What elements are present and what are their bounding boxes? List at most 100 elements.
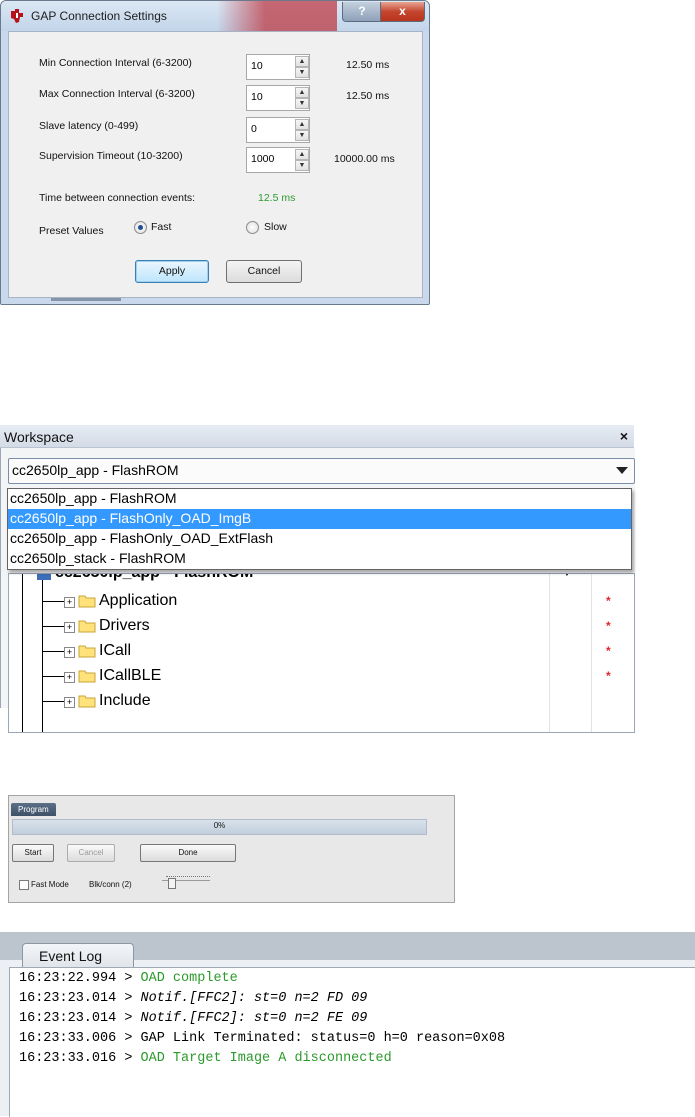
log-line: 16:23:23.014 > Notif.[FFC2]: st=0 n=2 FD…	[19, 991, 367, 1006]
done-button[interactable]: Done	[140, 844, 236, 862]
dialog-resize-edge	[51, 298, 121, 301]
configuration-option[interactable]: cc2650lp_app - FlashROM	[8, 489, 631, 509]
workspace-panel: Workspace × cc2650lp_app - FlashROM cc26…	[0, 425, 640, 733]
slave-latency-value[interactable]: 0	[251, 123, 257, 135]
program-tab: Program	[11, 803, 56, 816]
fast-mode-checkbox[interactable]	[19, 880, 29, 890]
min-interval-spinbox[interactable]: 10 ▲ ▼	[246, 54, 310, 80]
spin-up-icon[interactable]: ▲	[295, 56, 309, 67]
tree-item[interactable]: + ICallBLE *	[9, 665, 634, 690]
help-button[interactable]: ?	[342, 2, 382, 22]
workspace-body: cc2650lp_app - FlashROM cc2650lp_app - F…	[0, 448, 635, 733]
log-separator: >	[116, 1031, 141, 1046]
tree-item[interactable]: + Application *	[9, 590, 634, 615]
min-interval-value[interactable]: 10	[251, 60, 263, 72]
dialog-title: GAP Connection Settings	[31, 9, 167, 23]
slider-thumb[interactable]	[168, 878, 176, 889]
min-interval-result: 12.50 ms	[346, 59, 390, 71]
supervision-timeout-result: 10000.00 ms	[334, 153, 395, 165]
log-message: OAD Target Image A disconnected	[140, 1051, 392, 1066]
preset-fast-label[interactable]: Fast	[151, 221, 171, 233]
log-time: 16:23:33.006	[19, 1031, 117, 1046]
configuration-option[interactable]: cc2650lp_app - FlashOnly_OAD_ExtFlash	[8, 529, 631, 549]
tree-item[interactable]: + ICall *	[9, 640, 634, 665]
expand-icon[interactable]: +	[64, 622, 75, 633]
folder-icon	[78, 670, 96, 683]
gap-connection-settings-dialog: GAP Connection Settings ? x Min Connecti…	[0, 0, 430, 305]
log-separator: >	[116, 971, 141, 986]
tree-item[interactable]: + Drivers *	[9, 615, 634, 640]
log-time: 16:23:33.016	[19, 1051, 117, 1066]
modified-marker: *	[606, 669, 611, 683]
log-line: 16:23:33.016 > OAD Target Image A discon…	[19, 1051, 392, 1066]
expand-icon[interactable]: +	[64, 647, 75, 658]
dialog-client-area: Min Connection Interval (6-3200) 10 ▲ ▼ 1…	[8, 31, 423, 298]
cancel-button[interactable]: Cancel	[67, 844, 115, 862]
tree-item-label: Drivers	[99, 617, 150, 634]
log-line: 16:23:22.994 > OAD complete	[19, 971, 238, 986]
folder-icon	[78, 645, 96, 658]
log-message: Notif.[FFC2]: st=0 n=2 FD 09	[140, 991, 368, 1006]
log-time: 16:23:23.014	[19, 991, 117, 1006]
workspace-header: Workspace ×	[0, 425, 634, 448]
expand-icon[interactable]: +	[64, 672, 75, 683]
chevron-down-icon: ▼	[562, 573, 572, 579]
workspace-title: Workspace	[4, 429, 74, 445]
max-interval-value[interactable]: 10	[251, 91, 263, 103]
event-log-tab[interactable]: Event Log	[22, 943, 134, 968]
apply-button[interactable]: Apply	[135, 260, 209, 283]
spin-down-icon[interactable]: ▼	[295, 98, 309, 109]
tree-item[interactable]: + Include	[9, 690, 634, 715]
preset-slow-radio[interactable]	[246, 221, 259, 234]
spin-down-icon[interactable]: ▼	[295, 67, 309, 78]
supervision-timeout-spinbox[interactable]: 1000 ▲ ▼	[246, 147, 310, 173]
max-interval-spinbox[interactable]: 10 ▲ ▼	[246, 85, 310, 111]
tree-branch	[42, 701, 64, 702]
chevron-down-icon[interactable]	[616, 467, 628, 474]
configuration-option-highlighted[interactable]: cc2650lp_app - FlashOnly_OAD_ImgB	[8, 509, 631, 529]
spin-up-icon[interactable]: ▲	[295, 119, 309, 130]
expand-icon[interactable]: +	[64, 697, 75, 708]
expand-icon[interactable]: +	[64, 597, 75, 608]
close-button[interactable]: x	[380, 2, 425, 22]
log-separator: >	[116, 991, 141, 1006]
max-interval-label: Max Connection Interval (6-3200)	[39, 88, 195, 100]
log-message: GAP Link Terminated: status=0 h=0 reason…	[140, 1031, 506, 1046]
max-interval-result: 12.50 ms	[346, 90, 390, 102]
slave-latency-spinbox[interactable]: 0 ▲ ▼	[246, 117, 310, 143]
preset-values-label: Preset Values	[39, 225, 104, 237]
fast-mode-label: Fast Mode	[31, 880, 69, 889]
program-panel: Program 0% Start Cancel Done Fast Mode B…	[8, 795, 455, 903]
configuration-select[interactable]: cc2650lp_app - FlashROM	[8, 458, 635, 484]
tree-branch	[42, 601, 64, 602]
time-between-value: 12.5 ms	[258, 192, 296, 204]
log-time: 16:23:23.014	[19, 1011, 117, 1026]
project-root-label[interactable]: cc2650lp_app - FlashROM	[55, 574, 253, 582]
supervision-timeout-label: Supervision Timeout (10-3200)	[39, 150, 183, 162]
close-icon[interactable]: ×	[620, 428, 628, 444]
preset-slow-label[interactable]: Slow	[264, 221, 287, 233]
min-interval-label: Min Connection Interval (6-3200)	[39, 57, 192, 69]
dialog-titlebar[interactable]: GAP Connection Settings ? x	[1, 1, 429, 31]
spin-down-icon[interactable]: ▼	[295, 130, 309, 141]
log-separator: >	[116, 1011, 141, 1026]
configuration-dropdown-list: cc2650lp_app - FlashROM cc2650lp_app - F…	[7, 488, 632, 570]
start-button[interactable]: Start	[12, 844, 54, 862]
tree-item-label: Include	[99, 692, 151, 709]
spin-up-icon[interactable]: ▲	[295, 149, 309, 160]
preset-fast-radio[interactable]	[134, 221, 147, 234]
tree-item-label: ICall	[99, 642, 132, 659]
program-progress-bar: 0%	[12, 819, 427, 835]
tree-branch	[42, 676, 64, 677]
configuration-option[interactable]: cc2650lp_stack - FlashROM	[8, 549, 631, 569]
project-tree: cc2650lp_app - FlashROM ▼ + Application …	[8, 573, 635, 733]
time-between-label: Time between connection events:	[39, 192, 196, 204]
cancel-button[interactable]: Cancel	[226, 260, 302, 283]
tree-branch	[42, 651, 64, 652]
folder-icon	[78, 620, 96, 633]
dialog-frame: GAP Connection Settings ? x Min Connecti…	[0, 0, 430, 305]
spin-down-icon[interactable]: ▼	[295, 160, 309, 171]
spin-up-icon[interactable]: ▲	[295, 87, 309, 98]
configuration-selected-value[interactable]: cc2650lp_app - FlashROM	[12, 462, 179, 478]
supervision-timeout-value[interactable]: 1000	[251, 153, 274, 165]
